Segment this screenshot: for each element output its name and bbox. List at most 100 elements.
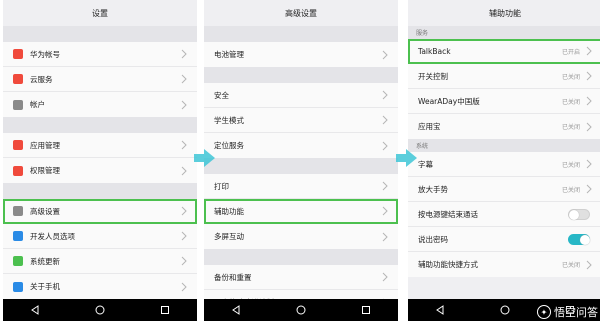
chevron-right-icon [181, 282, 187, 291]
settings-row[interactable]: 学生模式 [204, 108, 398, 133]
home-icon[interactable] [296, 305, 306, 315]
row-label: 学生模式 [214, 115, 244, 125]
group-spacer [3, 26, 197, 42]
developer-options-icon [13, 231, 23, 241]
home-icon[interactable] [95, 305, 105, 315]
settings-row[interactable]: 开发人员选项 [3, 224, 197, 249]
group-spacer [3, 117, 197, 133]
settings-row[interactable]: 多屏互动 [204, 224, 398, 249]
settings-row[interactable]: 定位服务 [204, 133, 398, 158]
status-text: 已关闭 [561, 124, 580, 131]
settings-row[interactable]: 放大手势 已关闭 [408, 177, 600, 202]
about-phone-icon [13, 281, 23, 292]
recents-icon[interactable] [361, 305, 371, 315]
settings-row[interactable]: 安全 [204, 83, 398, 108]
settings-row[interactable]: 辅助功能快捷方式 已关闭 [408, 252, 600, 277]
accessibility-screen: 辅助功能 服务 TalkBack 已开启 开关控制 已关闭 WearADay中国版 已关闭… [408, 0, 600, 321]
chevron-right-icon [181, 166, 187, 175]
settings-row[interactable]: 开关控制 已关闭 [408, 64, 600, 89]
row-label: 打印 [214, 181, 229, 191]
back-icon[interactable] [231, 305, 241, 315]
settings-row[interactable]: 华为帐号 [3, 42, 197, 67]
chevron-right-icon [181, 74, 187, 84]
chevron-right-icon [181, 100, 187, 109]
toggle-switch[interactable] [568, 208, 590, 220]
settings-row[interactable]: 字幕 已关闭 [408, 152, 600, 177]
advanced-settings-screen: 高级设置 电池管理安全学生模式定位服务打印辅助功能多屏互动备份和重置用户体验改进… [204, 0, 398, 321]
permission-icon [13, 165, 23, 176]
settings-row[interactable]: 高级设置 [3, 199, 197, 224]
row-label: 华为帐号 [30, 49, 60, 59]
watermark: ✦ 悟空问答 [537, 304, 598, 320]
settings-group: 电池管理 [204, 42, 398, 67]
chevron-right-icon [382, 90, 388, 100]
settings-row[interactable]: 打印 [204, 174, 398, 199]
chevron-right-icon [382, 232, 388, 241]
group-spacer [204, 249, 398, 265]
chevron-right-icon [181, 49, 187, 59]
wukong-logo-icon: ✦ [537, 305, 551, 319]
chevron-right-icon [382, 272, 388, 282]
next-step-arrow-icon [194, 149, 215, 167]
settings-row[interactable]: 云服务 [3, 67, 197, 92]
next-step-arrow-icon [396, 149, 417, 167]
row-label: 系统更新 [30, 256, 60, 266]
row-label: 多屏互动 [214, 232, 244, 241]
group-spacer [204, 67, 398, 83]
settings-row[interactable]: 备份和重置 [204, 265, 398, 290]
settings-row[interactable]: 说出密码 [408, 227, 600, 252]
back-icon[interactable] [435, 305, 445, 315]
status-text: 已关闭 [561, 262, 580, 269]
row-label: 定位服务 [214, 141, 244, 150]
toggle-switch[interactable] [568, 233, 590, 245]
row-label: 权限管理 [30, 166, 60, 175]
page-title: 辅助功能 [408, 0, 600, 26]
row-label: 开发人员选项 [30, 231, 75, 241]
home-icon[interactable] [500, 305, 510, 315]
row-label: 辅助功能快捷方式 [418, 260, 478, 269]
settings-row[interactable]: WearADay中国版 已关闭 [408, 89, 600, 114]
back-icon[interactable] [30, 305, 40, 315]
settings-row[interactable]: 权限管理 [3, 158, 197, 183]
recents-icon[interactable] [160, 305, 170, 315]
settings-row[interactable]: TalkBack 已开启 [408, 39, 600, 64]
huawei-account-icon [13, 49, 23, 59]
chevron-right-icon [586, 46, 592, 56]
section-label-services: 服务 [408, 26, 600, 39]
chevron-right-icon [382, 181, 388, 191]
settings-group: 安全学生模式定位服务 [204, 83, 398, 158]
page-title: 高级设置 [204, 0, 398, 26]
settings-row[interactable]: 帐户 [3, 92, 197, 117]
settings-group: 华为帐号云服务帐户 [3, 42, 197, 117]
settings-row[interactable]: 关于手机 [3, 274, 197, 299]
status-text: 已关闭 [561, 73, 580, 81]
row-label: 应用管理 [30, 140, 60, 150]
settings-row[interactable]: 系统更新 [3, 249, 197, 274]
chevron-right-icon [181, 231, 187, 241]
row-label: WearADay中国版 [418, 96, 480, 106]
row-label: 关于手机 [30, 282, 60, 291]
row-label: 字幕 [418, 159, 433, 169]
cloud-service-icon [13, 74, 23, 84]
settings-row[interactable]: 辅助功能 [204, 199, 398, 224]
chevron-right-icon [586, 122, 592, 131]
settings-group: 高级设置开发人员选项 系统更新关于手机 [3, 199, 197, 299]
row-label: 帐户 [30, 100, 45, 109]
chevron-right-icon [382, 115, 388, 125]
row-label: 备份和重置 [214, 272, 252, 282]
row-label: 说出密码 [418, 234, 448, 244]
settings-row[interactable]: 应用管理 [3, 133, 197, 158]
settings-row[interactable]: 应用宝 已关闭 [408, 114, 600, 139]
chevron-right-icon [181, 206, 187, 216]
row-label: 开关控制 [418, 71, 448, 81]
settings-row[interactable]: 电池管理 [204, 42, 398, 67]
row-label: 按电源键结束通话 [418, 209, 478, 219]
group-spacer [3, 183, 197, 199]
status-text: 已关闭 [561, 98, 580, 106]
row-label: 放大手势 [418, 184, 448, 194]
chevron-right-icon [586, 159, 592, 169]
chevron-right-icon [181, 256, 187, 266]
row-label: 安全 [214, 90, 229, 100]
status-text: 已关闭 [561, 161, 580, 169]
settings-row[interactable]: 按电源键结束通话 [408, 202, 600, 227]
